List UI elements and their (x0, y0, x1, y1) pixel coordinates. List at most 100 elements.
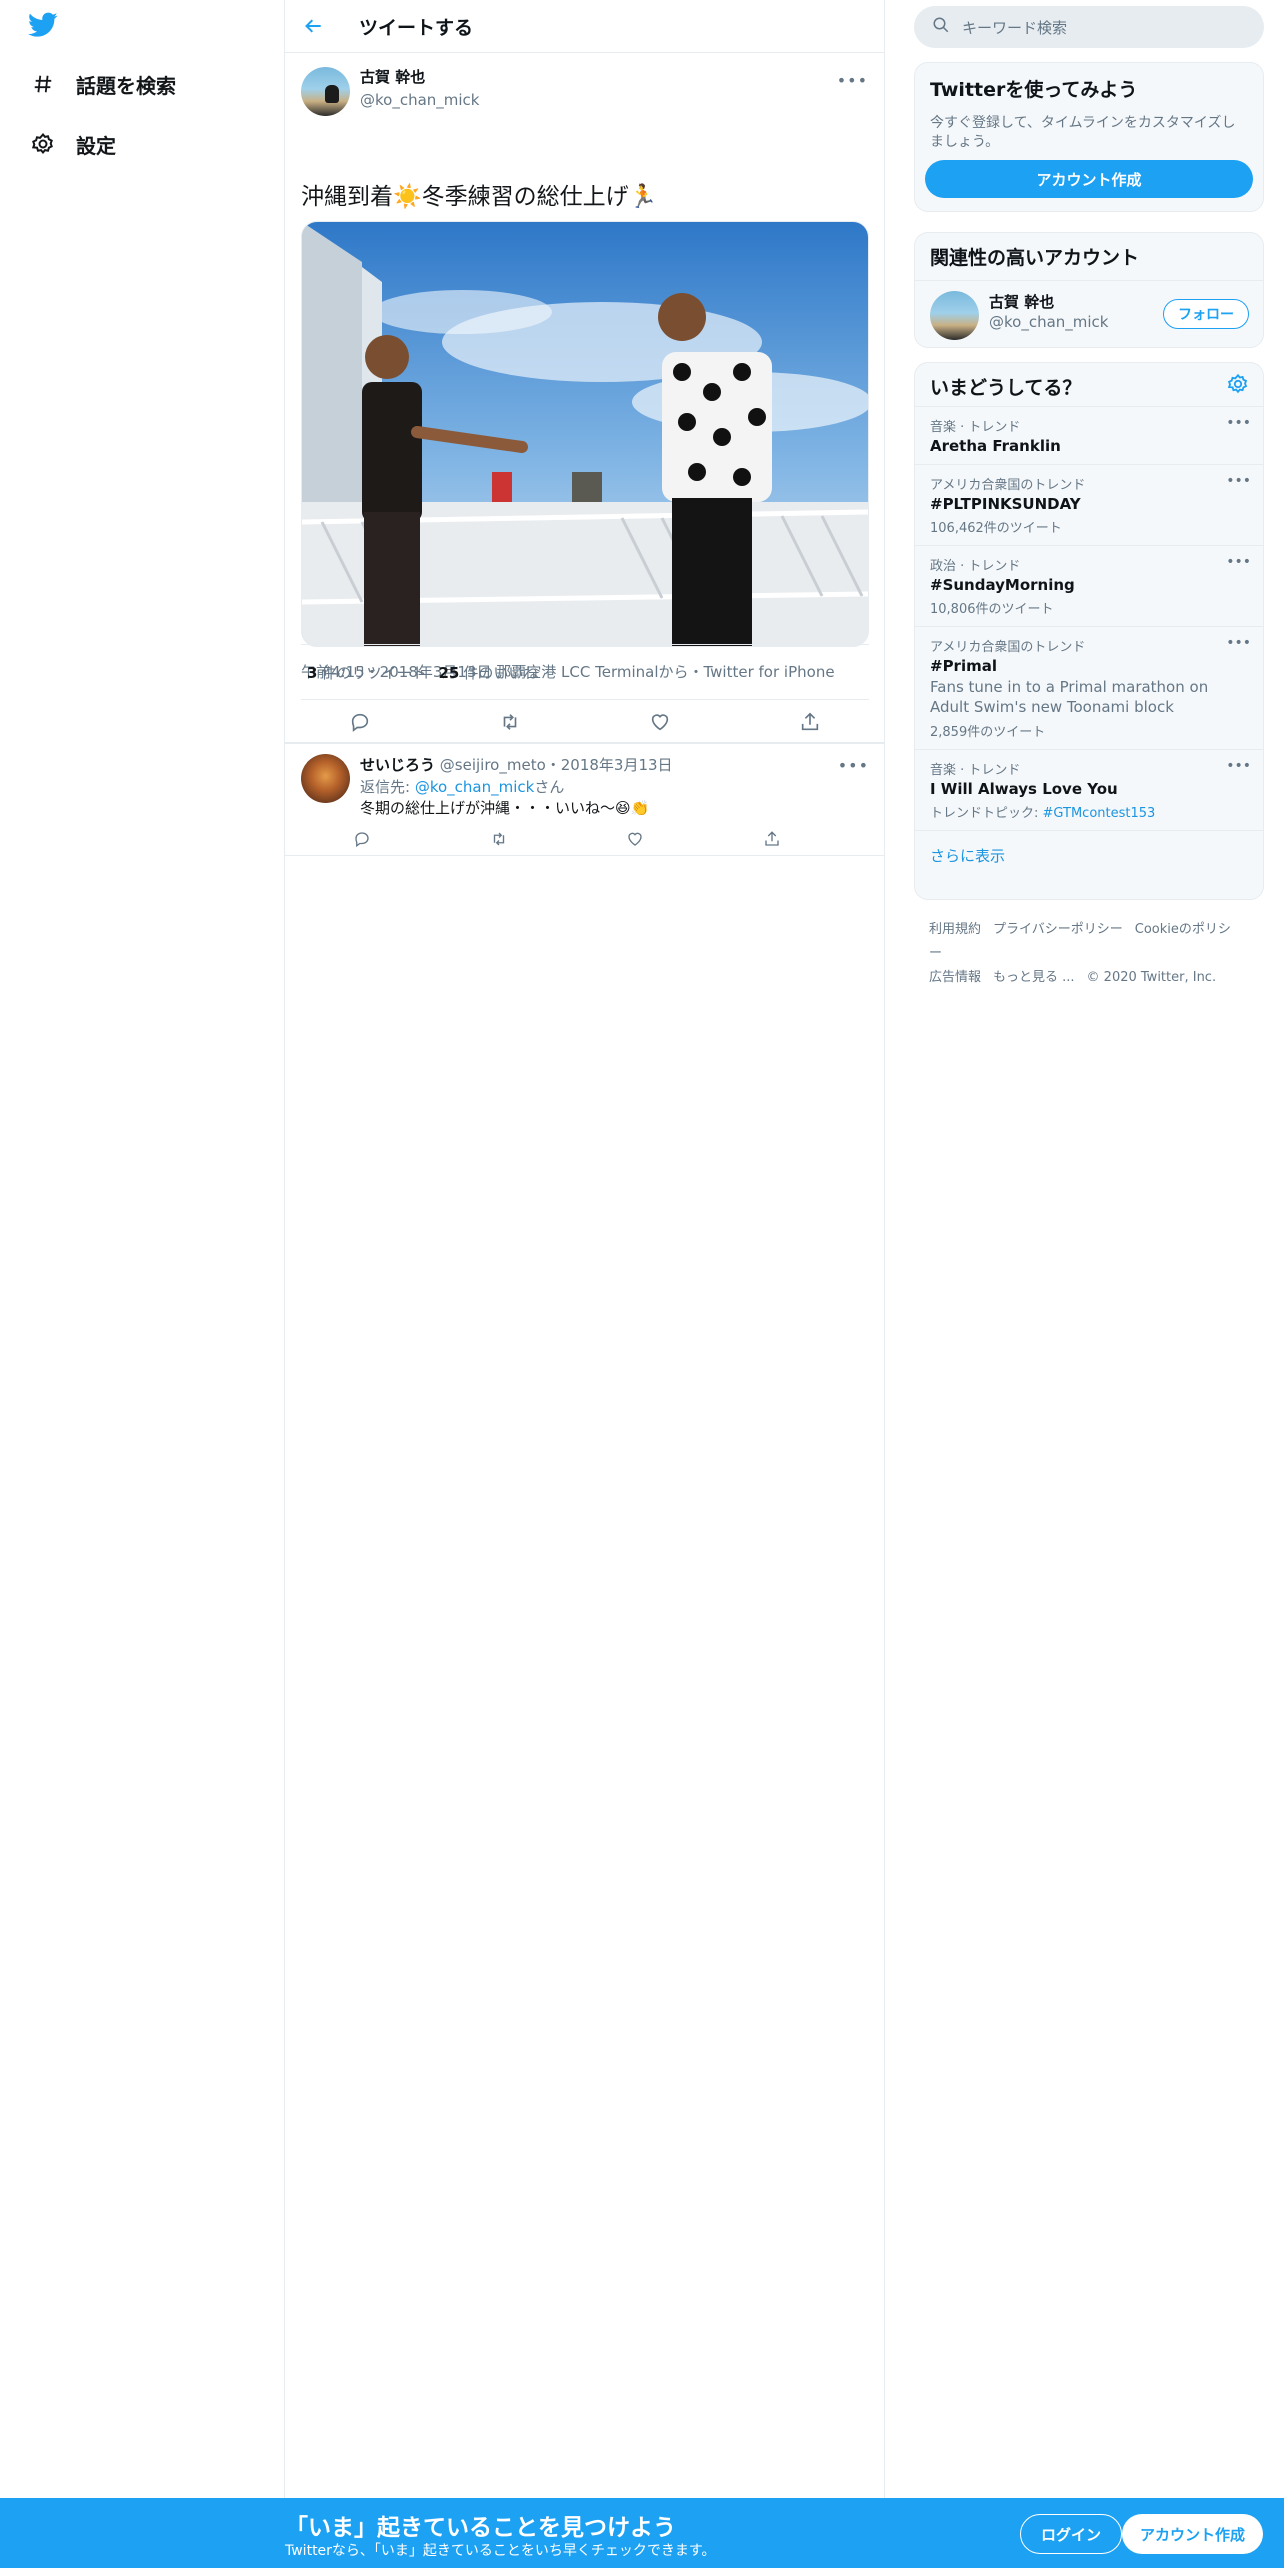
back-arrow-icon[interactable] (299, 11, 329, 41)
trends-settings-icon[interactable] (1227, 373, 1251, 397)
trend-more-icon[interactable]: ••• (1226, 415, 1251, 431)
author-info[interactable]: 古賀 幹也 @ko_chan_mick (360, 66, 480, 109)
trend-context: 音楽 · トレンド (930, 763, 1021, 778)
main-tweet: 古賀 幹也 @ko_chan_mick ••• 沖縄到着☀️冬季練習の総仕上げ🏃 (285, 53, 884, 743)
join-desc: 今すぐ登録して、タイムラインをカスタマイズしましょう。 (930, 115, 1236, 150)
trend-item[interactable]: アメリカ合衆国のトレンド #PLTPINKSUNDAY 106,462件のツイート •… (915, 465, 1263, 546)
retweet-icon[interactable] (491, 703, 529, 741)
tweet-text: 沖縄到着☀️冬季練習の総仕上げ🏃 (301, 184, 658, 210)
trends-title: いまどうしてる？ (930, 377, 1082, 399)
footer-ads[interactable]: 広告情報 (929, 970, 981, 985)
like-count: 25 (438, 663, 460, 682)
reply-reply-icon[interactable] (347, 824, 377, 854)
trend-more-icon[interactable]: ••• (1226, 758, 1251, 774)
trend-item[interactable]: 音楽 · トレンド I Will Always Love You トレンドトピック:… (915, 750, 1263, 831)
show-more-link[interactable]: さらに表示 (915, 831, 1263, 880)
reply-avatar[interactable] (301, 754, 350, 803)
login-button[interactable]: ログイン (1020, 2514, 1123, 2554)
trend-name: I Will Always Love You (930, 780, 1118, 798)
reply-tweet[interactable]: せいじろう @seijiro_meto・2018年3月13日 ••• 返信先: … (285, 744, 885, 856)
reply-to-handle[interactable]: @ko_chan_mick (415, 778, 535, 796)
trend-name: #Primal (930, 657, 997, 675)
trend-count: 2,859件のツイート (930, 725, 1046, 740)
footer-terms[interactable]: 利用規約 (929, 922, 981, 937)
gear-icon (28, 129, 58, 159)
trends-header: いまどうしてる？ (915, 363, 1263, 407)
related-name[interactable]: 古賀 幹也 (989, 291, 1054, 312)
trend-context: 音楽 · トレンド (930, 420, 1021, 435)
related-title: 関連性の高いアカウント (930, 247, 1140, 269)
related-account[interactable]: 古賀 幹也 @ko_chan_mick フォロー (915, 280, 1263, 346)
like-icon[interactable] (641, 703, 679, 741)
trend-item[interactable]: 音楽 · トレンド Aretha Franklin ••• (915, 407, 1263, 465)
reply-retweet-icon[interactable] (484, 824, 514, 854)
follow-button[interactable]: フォロー (1163, 299, 1249, 329)
trends-list: 音楽 · トレンド Aretha Franklin ••• アメリカ合衆国のトレンド #… (915, 407, 1263, 831)
share-icon[interactable] (791, 703, 829, 741)
trends-card: いまどうしてる？ 音楽 · トレンド Aretha Franklin ••• アメリカ… (914, 362, 1264, 900)
trend-name: Aretha Franklin (930, 437, 1061, 455)
trend-name: #PLTPINKSUNDAY (930, 495, 1081, 513)
related-card: 関連性の高いアカウント 古賀 幹也 @ko_chan_mick フォロー (914, 232, 1264, 348)
related-handle[interactable]: @ko_chan_mick (989, 313, 1109, 331)
like-stat[interactable]: 25 件のいいね (432, 662, 544, 683)
signup-button[interactable]: アカウント作成 (925, 160, 1253, 198)
trend-topic-prefix: トレンドトピック: (930, 806, 1043, 821)
reply-more-icon[interactable]: ••• (838, 756, 869, 775)
nav-explore-label: 話題を検索 (76, 73, 176, 98)
like-label: 件のいいね (463, 663, 539, 682)
footer-copyright: © 2020 Twitter, Inc. (1086, 970, 1217, 985)
related-avatar[interactable] (930, 291, 979, 340)
trend-context: アメリカ合衆国のトレンド (930, 640, 1086, 655)
reply-like-icon[interactable] (620, 824, 650, 854)
more-options-icon[interactable]: ••• (837, 71, 868, 90)
search-input[interactable]: キーワード検索 (962, 17, 1067, 38)
trend-more-icon[interactable]: ••• (1226, 473, 1251, 489)
trend-context: アメリカ合衆国のトレンド (930, 478, 1086, 493)
trend-more-icon[interactable]: ••• (1226, 635, 1251, 651)
footer-privacy[interactable]: プライバシーポリシー (993, 922, 1123, 937)
twitter-logo-icon[interactable] (28, 12, 64, 42)
hashtag-icon (28, 69, 58, 99)
nav-settings[interactable]: 設定 (28, 124, 116, 164)
page-title: ツイートする (359, 16, 474, 39)
retweet-stat[interactable]: 3 件のリツイート (301, 662, 432, 683)
banner-title: 「いま」起きていることを見つけよう (285, 2515, 676, 2541)
author-handle[interactable]: @ko_chan_mick (360, 91, 480, 109)
trend-name: #SundayMorning (930, 576, 1075, 594)
banner-signup-button[interactable]: アカウント作成 (1122, 2514, 1264, 2554)
reply-actions (347, 824, 787, 854)
reply-to-prefix: 返信先: (360, 778, 415, 796)
left-nav: 話題を検索 設定 (0, 0, 285, 2498)
reply-header: せいじろう @seijiro_meto・2018年3月13日 (360, 754, 673, 775)
trend-count: 106,462件のツイート (930, 521, 1062, 536)
join-title: Twitterを使ってみよう (930, 79, 1138, 101)
main-column: ツイートする 古賀 幹也 @ko_chan_mick ••• 沖縄到着☀️冬季練… (285, 0, 885, 2498)
trend-topic: トレンドトピック: #GTMcontest153 (930, 802, 1248, 821)
retweet-label: 件のリツイート (321, 663, 427, 682)
trend-item[interactable]: アメリカ合衆国のトレンド #Primal Fans tune in to a Pri… (915, 627, 1263, 750)
header: ツイートする (285, 0, 884, 53)
banner-subtitle: Twitterなら、「いま」起きていることをいち早くチェックできます。 (285, 2543, 716, 2559)
reply-share-icon[interactable] (757, 824, 787, 854)
trend-description: Fans tune in to a Primal marathon on Adu… (930, 678, 1209, 716)
bottom-banner: 「いま」起きていることを見つけよう Twitterなら、「いま」起きていることを… (0, 2498, 1284, 2568)
reply-meta: @seijiro_meto・2018年3月13日 (439, 756, 673, 774)
trend-item[interactable]: 政治 · トレンド #SundayMorning 10,806件のツイート ••• (915, 546, 1263, 627)
author-name[interactable]: 古賀 幹也 (360, 66, 480, 87)
author-avatar[interactable] (301, 67, 350, 116)
tweet-actions (285, 700, 885, 744)
reply-to-suffix: さん (534, 778, 565, 796)
trend-more-icon[interactable]: ••• (1226, 554, 1251, 570)
nav-explore[interactable]: 話題を検索 (28, 64, 176, 104)
footer-more[interactable]: もっと見る ... (993, 970, 1075, 985)
trend-count: 10,806件のツイート (930, 602, 1054, 617)
footer-links: 利用規約 プライバシーポリシー Cookieのポリシー 広告情報 もっと見る ... ©… (914, 918, 1264, 990)
join-card: Twitterを使ってみよう 今すぐ登録して、タイムラインをカスタマイズしましょ… (914, 62, 1264, 212)
tweet-photo[interactable] (301, 221, 869, 647)
reply-text: 冬期の総仕上げが沖縄・・・いいね～😆👏 (360, 799, 650, 817)
reply-icon[interactable] (341, 703, 379, 741)
reply-author-name[interactable]: せいじろう (360, 756, 435, 774)
trend-topic-link[interactable]: #GTMcontest153 (1043, 806, 1156, 821)
search-box[interactable]: キーワード検索 (914, 6, 1264, 48)
